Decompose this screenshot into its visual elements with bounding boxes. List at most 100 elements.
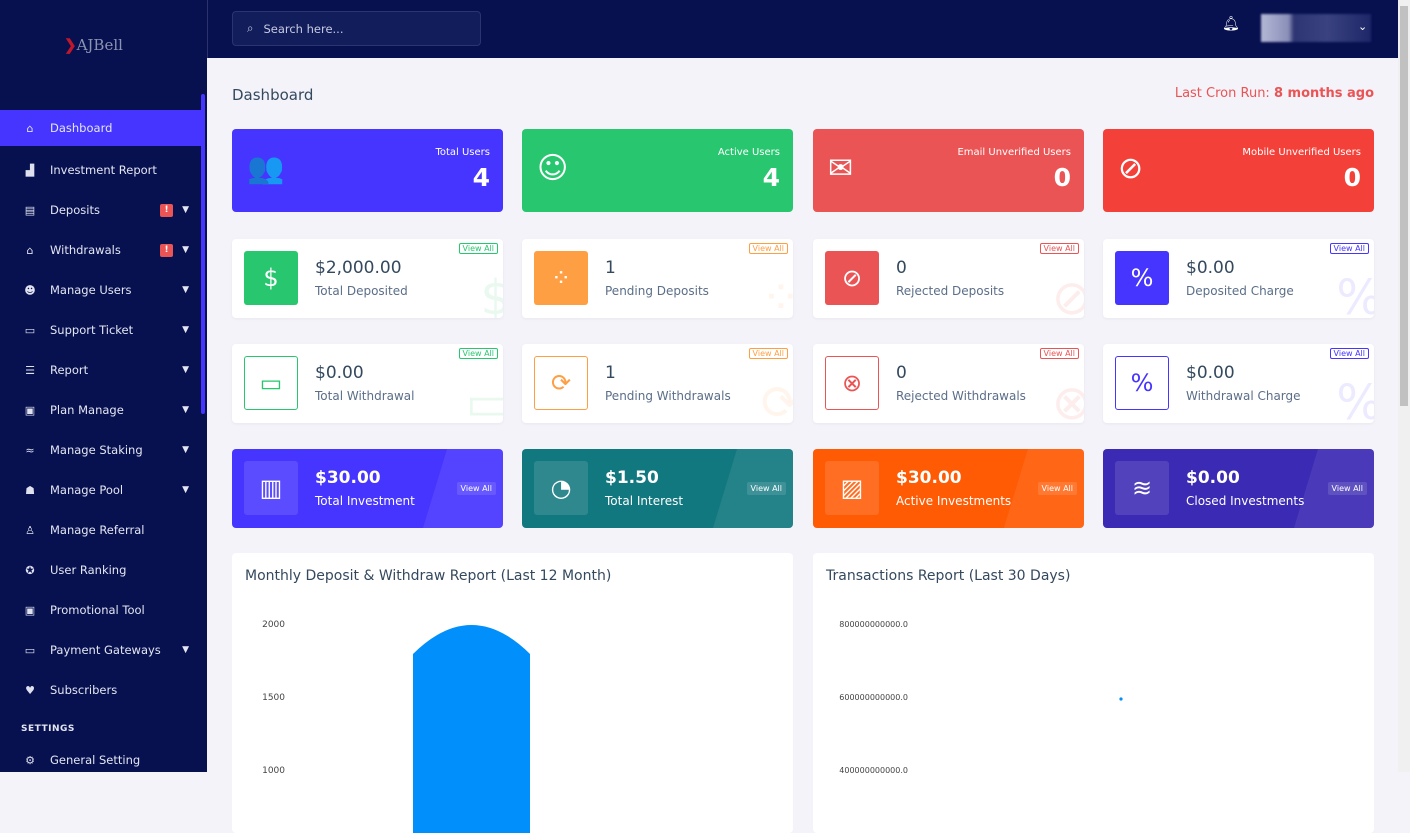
sidebar-item-promotional-tool[interactable]: ▣ Promotional Tool [0,590,201,630]
sidebar-scrollbar[interactable] [201,94,205,414]
view-all-button[interactable]: View All [458,243,498,254]
sidebar-item-label: Promotional Tool [50,603,145,617]
percent-icon-decoration: % [1336,270,1374,318]
stat-value: $0.00 [1186,258,1235,278]
sidebar-item-withdrawals[interactable]: ⌂ Withdrawals! ▼ [0,230,201,270]
home-icon: ⌂ [26,121,34,135]
view-all-button[interactable]: View All [458,348,498,359]
mobile-off-icon: ⊘ [1118,151,1144,186]
times-circle-icon-decoration: ⊗ [1051,375,1084,423]
view-all-button[interactable]: View All [1037,482,1077,495]
stat-value: 1 [605,258,616,278]
sidebar-item-manage-pool[interactable]: ☗ Manage Pool ▼ [0,470,201,510]
view-all-button[interactable]: View All [1327,482,1367,495]
stat-card-pending-deposits: ⁘ 1 Pending Deposits ⁘ View All [522,239,793,318]
logo[interactable]: ❯AJBell [64,36,123,54]
stat-label: Closed Investments [1186,494,1305,508]
stat-card-total-investment: ▥ $30.00 Total Investment View All [232,449,503,528]
sidebar-item-label: Dashboard [50,121,113,135]
stat-card-total-deposited: $ $2,000.00 Total Deposited $ View All [232,239,503,318]
sidebar-item-label: Investment Report [50,163,157,177]
alert-badge: ! [160,203,173,217]
sidebar-item-manage-referral[interactable]: ♙ Manage Referral [0,510,201,550]
stat-value: $0.00 [1186,363,1235,383]
stat-label: Pending Withdrawals [605,389,731,403]
bell-icon[interactable]: 🔔︎ [1222,16,1240,32]
bar[interactable] [413,625,530,833]
chevron-down-icon: ▼ [182,325,189,335]
stat-label: Total Users [435,147,490,158]
area-chart-icon: ▨ [825,461,879,515]
stat-label: Total Withdrawal [315,389,415,403]
sidebar-item-label: Withdrawals [50,243,121,257]
page-title: Dashboard [232,86,314,104]
sidebar-item-label: Plan Manage [50,403,124,417]
sidebar-item-general-setting[interactable]: ⚙ General Setting [0,740,201,780]
stat-value: $2,000.00 [315,258,402,278]
stat-label: Withdrawal Charge [1186,389,1301,403]
percent-icon: % [1115,251,1169,305]
search-placeholder: Search here... [263,21,344,36]
envelope-icon: ✉ [828,151,854,186]
data-point[interactable] [1119,697,1123,701]
sidebar-item-support-ticket[interactable]: ▭ Support Ticket ▼ [0,310,201,350]
clipboard-icon: ▣ [24,403,36,417]
stat-card-closed-investments: ≋ $0.00 Closed Investments View All [1103,449,1374,528]
view-all-button[interactable]: View All [748,243,788,254]
view-all-button[interactable]: View All [1039,243,1079,254]
deposit-icon: ▤ [24,203,36,217]
sidebar-item-subscribers[interactable]: ♥ Subscribers [0,670,201,710]
search-icon: ⌕ [247,21,254,35]
sidebar-item-label: Manage Staking [50,443,143,457]
staking-icon: ≈ [25,443,35,457]
sidebar-item-label: Deposits [50,203,100,217]
sidebar-item-label: Manage Pool [50,483,124,497]
sidebar-item-dashboard[interactable]: ⌂ Dashboard [0,110,201,146]
sidebar-item-manage-users[interactable]: ☻ Manage Users ▼ [0,270,201,310]
page-scrollbar[interactable] [1398,0,1410,772]
sidebar-item-manage-staking[interactable]: ≈ Manage Staking ▼ [0,430,201,470]
stat-value: 0 [1343,163,1361,192]
stat-card-rejected-withdrawals: ⊗ 0 Rejected Withdrawals ⊗ View All [813,344,1084,423]
stat-value: $0.00 [1186,468,1240,488]
stat-card-total-users[interactable]: 👥 Total Users 4 [232,129,503,212]
sidebar-item-deposits[interactable]: ▤ Deposits! ▼ [0,190,201,230]
view-all-button[interactable]: View All [1329,243,1369,254]
sidebar-item-payment-gateways[interactable]: ▭ Payment Gateways ▼ [0,630,201,670]
chevron-down-icon: ▼ [182,445,189,455]
sidebar-item-investment-report[interactable]: ▟ Investment Report [0,150,201,190]
chevron-down-icon: ▼ [182,485,189,495]
stat-label: Pending Deposits [605,284,709,298]
sidebar-item-user-ranking[interactable]: ✪ User Ranking [0,550,201,590]
pool-icon: ☗ [25,483,35,497]
bank-icon: ⌂ [26,243,34,257]
chevron-down-icon[interactable]: ⌄ [1358,20,1367,33]
credit-card-icon: ▭ [24,643,36,657]
stat-card-active-users[interactable]: ☺ Active Users 4 [522,129,793,212]
chevron-down-icon: ▼ [182,285,189,295]
sidebar-item-plan-manage[interactable]: ▣ Plan Manage ▼ [0,390,201,430]
stat-card-email-unverified-users[interactable]: ✉ Email Unverified Users 0 [813,129,1084,212]
y-tick-label: 600000000000.0 [839,693,908,702]
stat-label: Total Interest [605,494,684,508]
main-content: Dashboard Last Cron Run: 8 months ago 👥 T… [207,58,1398,833]
view-all-button[interactable]: View All [1329,348,1369,359]
view-all-button[interactable]: View All [748,348,788,359]
stat-card-deposited-charge: % $0.00 Deposited Charge% View All [1103,239,1374,318]
sidebar-item-label: User Ranking [50,563,127,577]
view-all-button[interactable]: View All [746,482,786,495]
search-input[interactable]: ⌕ Search here... [232,11,481,46]
stat-label: Active Users [717,147,780,158]
sidebar-item-report[interactable]: ☰ Report ▼ [0,350,201,390]
monthly-report-chart: Monthly Deposit & Withdraw Report (Last … [232,553,793,833]
view-all-button[interactable]: View All [1039,348,1079,359]
sidebar-item-label: Payment Gateways [50,643,161,657]
y-tick-label: 1500 [262,693,285,703]
stat-value: 0 [1053,163,1071,192]
percent-icon-decoration: % [1336,375,1374,423]
stat-card-mobile-unverified-users[interactable]: ⊘ Mobile Unverified Users 0 [1103,129,1374,212]
stat-label: Mobile Unverified Users [1242,147,1361,158]
view-all-button[interactable]: View All [456,482,496,495]
avatar[interactable] [1261,14,1371,42]
stat-label: Email Unverified Users [957,147,1071,158]
